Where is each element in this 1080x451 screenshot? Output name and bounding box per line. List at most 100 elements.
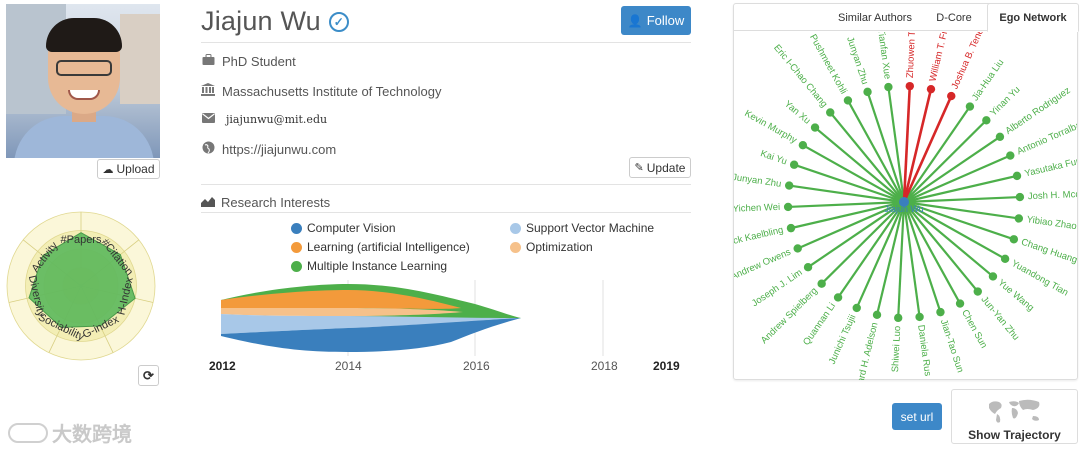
set-url-label: set url [900, 409, 934, 424]
author-label: Kai Yu [759, 148, 788, 167]
author-label: Tianfan Xue [875, 32, 893, 80]
author-node [1014, 214, 1024, 223]
briefcase-icon [201, 54, 215, 69]
author-node [947, 91, 956, 101]
legend-item[interactable]: Optimization [510, 240, 593, 254]
legend-dot [291, 222, 302, 234]
tab-d-core[interactable]: D-Core [924, 4, 984, 31]
profile-photo [6, 4, 160, 158]
update-label: Update [646, 160, 686, 175]
research-interests-heading: Research Interests [201, 195, 330, 210]
author-label: Shiwei Luo [890, 326, 903, 373]
legend-label: Support Vector Machine [526, 221, 655, 235]
author-node [965, 102, 975, 111]
network-panel: Similar Authors D-Core Ego Network Zhuow… [733, 3, 1079, 380]
year-label: 2019 [653, 359, 680, 373]
legend-label: Computer Vision [307, 221, 396, 235]
author-node [955, 299, 965, 308]
network-tabs: Similar Authors D-Core Ego Network [734, 3, 1079, 32]
legend-label: Optimization [526, 240, 593, 254]
tab-label: D-Core [936, 11, 972, 24]
follow-label: Follow [646, 13, 685, 28]
watermark-text: 大数跨境 [52, 424, 132, 446]
legend-item[interactable]: Learning (artificial Intelligence) [291, 240, 470, 254]
author-label: Junyan Zhu [734, 172, 782, 190]
divider [201, 184, 691, 185]
globe-icon [201, 141, 215, 157]
year-label: 2014 [335, 359, 362, 373]
author-node [826, 108, 835, 117]
edit-icon: ✎ [634, 162, 644, 174]
tab-similar-authors[interactable]: Similar Authors [829, 4, 921, 31]
organization-row: Massachusetts Institute of Technology [201, 83, 441, 99]
divider [201, 42, 691, 43]
tab-label: Ego Network [999, 11, 1067, 24]
envelope-icon [201, 112, 215, 126]
author-label: Quannan Li [801, 301, 838, 348]
show-trajectory-label: Show Trajectory [968, 428, 1061, 442]
set-url-button[interactable]: set url [892, 403, 942, 430]
profile-name: Jiajun Wu ✓ [201, 6, 349, 37]
area-chart-icon [201, 195, 215, 210]
cloud-upload-icon: ☁ [102, 163, 114, 176]
institution-icon [201, 83, 215, 99]
author-node [926, 84, 936, 94]
radar-chart: #Papers#CitationH-IndexG-indexSociabilit… [6, 211, 156, 361]
author-node [936, 307, 945, 317]
watermark: 大数跨境 [8, 418, 132, 447]
author-node [783, 202, 793, 212]
author-node [872, 310, 882, 320]
author-node [982, 116, 991, 125]
year-label: 2018 [591, 359, 618, 373]
author-label: Josh H. Mcdermott [1028, 188, 1077, 202]
show-trajectory-button[interactable]: Show Trajectory [951, 389, 1078, 444]
author-label: Chen Sun [959, 308, 989, 350]
ego-network-graph[interactable]: Zhuowen Tu William T. FreemanJoshua B. Te… [734, 32, 1077, 380]
follow-button[interactable]: 👤 Follow [621, 6, 691, 35]
author-label: Yue Wang [996, 277, 1036, 313]
author-label: Yasutaka Furukawa [1024, 150, 1077, 180]
update-button[interactable]: ✎ Update [629, 157, 691, 178]
year-label: 2016 [463, 359, 490, 373]
author-node [1015, 192, 1025, 202]
author-node [833, 293, 843, 302]
author-node [894, 313, 903, 323]
divider [201, 212, 691, 213]
verified-icon: ✓ [328, 11, 349, 32]
refresh-button[interactable]: ⟳ [138, 365, 159, 386]
website-link[interactable]: https://jiajunwu.com [222, 142, 336, 157]
email-row: jiajunwu@mit.edu [201, 112, 327, 126]
upload-button[interactable]: ☁ Upload [97, 159, 160, 179]
author-node [1009, 235, 1019, 244]
refresh-icon: ⟳ [143, 367, 154, 383]
author-node [793, 244, 802, 253]
legend-item[interactable]: Support Vector Machine [510, 221, 654, 235]
legend-label: Multiple Instance Learning [307, 259, 448, 273]
author-node [798, 140, 808, 150]
author-node [973, 287, 982, 296]
author-label: Junichi Tsujii [827, 313, 859, 366]
author-node [915, 312, 924, 322]
author-label: Edward H. Adelson [851, 321, 880, 380]
organization-text: Massachusetts Institute of Technology [222, 83, 442, 99]
tab-ego-network[interactable]: Ego Network [987, 3, 1079, 32]
edge [903, 119, 988, 203]
author-label: Zhuowen Tu [905, 32, 919, 78]
author-node [817, 279, 826, 288]
author-label: Jia-Hua Liu [970, 57, 1006, 103]
author-node [905, 81, 914, 91]
name-text: Jiajun Wu [201, 6, 321, 36]
author-node [852, 303, 861, 313]
legend-item[interactable]: Multiple Instance Learning [291, 259, 447, 273]
world-map-icon [989, 399, 1040, 423]
legend-item[interactable]: Computer Vision [291, 221, 396, 235]
legend-dot [291, 241, 302, 253]
author-node [1000, 254, 1010, 264]
author-node [995, 132, 1005, 142]
research-interest-streamgraph: 2012 2014 2016 2018 2019 [209, 280, 680, 373]
author-node [789, 160, 799, 169]
author-label: Yinan Yu [988, 84, 1022, 118]
title-row: PhD Student [201, 54, 296, 69]
center-label: Jiajun Wu [884, 204, 923, 214]
author-label: Jian-Tao Sun [938, 318, 966, 374]
